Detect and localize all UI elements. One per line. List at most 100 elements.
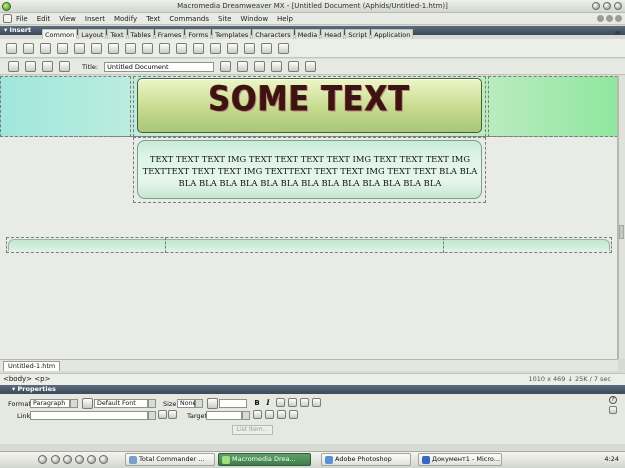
flash-button-icon[interactable]	[176, 42, 187, 54]
menu-edit[interactable]: Edit	[37, 15, 51, 23]
quicklaunch-icon-3[interactable]	[63, 455, 72, 464]
quicklaunch-icon-1[interactable]	[38, 455, 47, 464]
named-anchor-icon[interactable]	[40, 42, 51, 54]
maximize-button[interactable]	[603, 2, 611, 10]
link-dropdown-arrow[interactable]	[148, 411, 156, 420]
menu-commands[interactable]: Commands	[169, 15, 209, 23]
tab-frames[interactable]: Frames	[154, 29, 185, 39]
target-select[interactable]	[206, 411, 242, 420]
size-dropdown-arrow[interactable]	[195, 399, 203, 408]
quick-tag-editor-icon[interactable]	[609, 406, 617, 414]
help-icon[interactable]: ?	[609, 396, 617, 404]
tab-head[interactable]: Head	[321, 29, 345, 39]
taskbar-total-commander[interactable]: Total Commander ...	[125, 453, 215, 466]
menu-view[interactable]: View	[59, 15, 76, 23]
date-icon[interactable]	[227, 42, 238, 54]
preview-browser-icon[interactable]	[237, 61, 249, 72]
quicklaunch-icon-5[interactable]	[87, 455, 96, 464]
align-left-icon[interactable]	[276, 398, 285, 407]
link-input[interactable]	[30, 411, 148, 420]
bold-button[interactable]: B	[253, 399, 261, 408]
tab-media[interactable]: Media	[294, 29, 321, 39]
footer-table[interactable]	[6, 237, 612, 253]
taskbar-dreamweaver[interactable]: Macromedia Drea...	[218, 453, 311, 466]
fireworks-html-icon[interactable]	[142, 42, 153, 54]
document-menu-icon[interactable]	[3, 14, 12, 23]
target-dropdown-arrow[interactable]	[242, 411, 250, 420]
hyperlink-icon[interactable]	[6, 42, 17, 54]
taskbar-word[interactable]: Документ1 - Micro...	[418, 453, 502, 466]
browse-folder-icon[interactable]	[168, 410, 177, 419]
format-dropdown-arrow[interactable]	[70, 399, 78, 408]
draw-layer-icon[interactable]	[74, 42, 85, 54]
document-title-input[interactable]	[104, 61, 215, 72]
panel-options-icon[interactable]: ≡	[614, 28, 621, 37]
navigation-bar-icon[interactable]	[193, 42, 204, 54]
list-item-button[interactable]: List Item...	[232, 425, 273, 435]
design-view-icon[interactable]	[42, 61, 53, 72]
menu-text[interactable]: Text	[146, 15, 160, 23]
menu-file[interactable]: File	[16, 15, 28, 23]
format-select[interactable]: Paragraph	[30, 399, 70, 408]
view-options-icon[interactable]	[271, 61, 283, 72]
tab-script[interactable]: Script	[345, 29, 371, 39]
color-field[interactable]	[219, 399, 247, 408]
doc-restore-button[interactable]	[606, 15, 613, 22]
minimize-button[interactable]	[592, 2, 600, 10]
horizontal-rule-icon[interactable]	[210, 42, 221, 54]
font-dropdown-arrow[interactable]	[148, 399, 156, 408]
quicklaunch-icon-6[interactable]	[99, 455, 108, 464]
indent-icon[interactable]	[289, 410, 298, 419]
refresh-icon[interactable]	[254, 61, 266, 72]
code-view-icon[interactable]	[8, 61, 19, 72]
split-view-icon[interactable]	[25, 61, 36, 72]
image-icon[interactable]	[91, 42, 102, 54]
css-style-icon[interactable]	[82, 398, 93, 409]
point-to-file-icon[interactable]	[158, 410, 167, 419]
layout-cell-right[interactable]	[488, 76, 617, 137]
tab-text[interactable]: Text	[107, 29, 127, 39]
layout-cell-left[interactable]	[0, 76, 131, 137]
doc-minimize-button[interactable]	[597, 15, 604, 22]
tab-forms[interactable]: Forms	[185, 29, 212, 39]
align-right-icon[interactable]	[300, 398, 309, 407]
tab-application[interactable]: Application	[371, 29, 414, 39]
menu-insert[interactable]: Insert	[85, 15, 105, 23]
tabular-data-icon[interactable]	[244, 42, 255, 54]
visual-aids-icon[interactable]	[305, 61, 317, 72]
code-navigation-icon[interactable]	[288, 61, 300, 72]
close-button[interactable]	[614, 2, 622, 10]
file-management-icon[interactable]	[220, 61, 232, 72]
ordered-list-icon[interactable]	[265, 410, 274, 419]
taskbar-photoshop[interactable]: Adobe Photoshop	[321, 453, 411, 466]
email-link-icon[interactable]	[23, 42, 34, 54]
tab-characters[interactable]: Characters	[252, 29, 294, 39]
design-view[interactable]: SOME TEXT TEXT TEXT TEXT IMG TEXT TEXT T…	[0, 76, 618, 359]
table-icon[interactable]	[57, 42, 68, 54]
flash-icon[interactable]	[159, 42, 170, 54]
tab-common[interactable]: Common	[42, 29, 78, 39]
quicklaunch-icon-2[interactable]	[51, 455, 60, 464]
unordered-list-icon[interactable]	[253, 410, 262, 419]
tab-templates[interactable]: Templates	[212, 29, 252, 39]
tab-tables[interactable]: Tables	[127, 29, 154, 39]
rollover-image-icon[interactable]	[125, 42, 136, 54]
align-center-icon[interactable]	[288, 398, 297, 407]
tab-layout[interactable]: Layout	[78, 29, 107, 39]
tag-chooser-icon[interactable]	[278, 42, 289, 54]
italic-button[interactable]: I	[264, 399, 272, 408]
scrollbar-thumb[interactable]	[619, 225, 624, 239]
justify-icon[interactable]	[312, 398, 321, 407]
vertical-scrollbar[interactable]	[618, 76, 625, 359]
comment-icon[interactable]	[261, 42, 272, 54]
tag-selector[interactable]: <body> <p>	[3, 375, 50, 383]
menu-modify[interactable]: Modify	[114, 15, 137, 23]
doc-close-button[interactable]	[615, 15, 622, 22]
dreamweaver-app-icon[interactable]	[2, 2, 11, 11]
content-text[interactable]: TEXT TEXT TEXT IMG TEXT TEXT TEXT TEXT I…	[139, 153, 481, 189]
outdent-icon[interactable]	[277, 410, 286, 419]
size-select[interactable]: None	[177, 399, 196, 408]
text-color-icon[interactable]	[207, 398, 218, 409]
tab-untitled-1[interactable]: Untitled-1.htm	[3, 361, 61, 371]
properties-panel-header[interactable]: ▾ Properties	[0, 385, 625, 394]
